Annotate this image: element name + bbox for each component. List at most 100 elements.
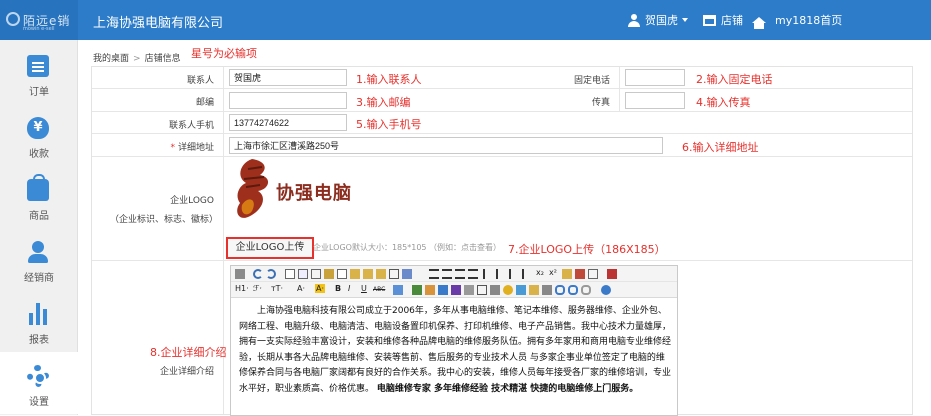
strikethrough-button[interactable]: ABC [373,286,385,293]
file-icon[interactable] [464,285,474,295]
table-icon[interactable] [477,285,487,295]
breadcrumb-home[interactable]: 我的桌面 [93,54,129,64]
source-icon[interactable] [235,269,245,279]
app-logo[interactable]: 陌远e销 mowin e-sell [0,0,78,40]
italic-button[interactable]: I [348,284,350,293]
paste-icon[interactable] [350,269,360,279]
fullscreen-icon[interactable] [607,269,617,279]
preview-icon[interactable] [298,269,308,279]
print-icon[interactable] [389,269,399,279]
user-icon [628,13,640,27]
column-divider [619,67,620,88]
media-icon[interactable] [451,285,461,295]
home-label: my1818首页 [775,14,843,27]
store-link[interactable]: 店铺 [703,12,743,28]
align-right-icon[interactable] [455,269,465,279]
code-icon[interactable] [516,285,526,295]
heading-dropdown[interactable]: H1· [235,284,249,293]
sidebar-item-dealers[interactable]: 经销商 [0,228,78,290]
indent-icon[interactable] [509,269,519,279]
editor-toolbar-row-2: H1· ℱ· тT· A· A· B I U ABC [231,282,677,298]
new-page-icon[interactable] [285,269,295,279]
logo-label: 企业LOGO [170,196,214,206]
unlink-icon[interactable] [581,285,591,295]
zip-input[interactable] [229,92,347,109]
mobile-input[interactable] [229,114,347,131]
spellcheck-icon[interactable] [402,269,412,279]
home-link[interactable]: my1818首页 [752,12,843,29]
link-icon[interactable] [568,285,578,295]
company-name: 上海协强电脑有限公司 [93,16,224,31]
required-note: 星号为必输项 [191,47,257,60]
image-icon[interactable] [412,285,422,295]
breadcrumb-separator: > [133,54,141,64]
font-size-dropdown[interactable]: тT· [271,284,283,293]
fax-input[interactable] [625,92,685,109]
flash-icon[interactable] [438,285,448,295]
horizontal-rule-icon[interactable] [490,285,500,295]
intro-label: 企业详细介绍 [159,367,214,377]
form-row-mobile: 联系人手机 5.输入手机号 [92,112,912,134]
store-label: 店铺 [721,14,743,27]
sidebar-item-settings[interactable]: 设置 [0,352,78,414]
special-char-icon[interactable] [529,285,539,295]
help-icon[interactable] [601,285,611,295]
paste-word-icon[interactable] [376,269,386,279]
template-icon[interactable] [311,269,321,279]
subscript-icon[interactable]: x₂ [536,268,544,277]
format-painter-icon[interactable] [562,269,572,279]
underline-button[interactable]: U [361,284,367,293]
undo-icon[interactable] [253,269,263,279]
align-justify-icon[interactable] [468,269,478,279]
sidebar-item-orders[interactable]: 订单 [0,42,78,104]
copy-icon[interactable] [337,269,347,279]
paste-text-icon[interactable] [363,269,373,279]
sidebar-item-goods[interactable]: 商品 [0,166,78,228]
cut-icon[interactable] [324,269,334,279]
sidebar-item-reports[interactable]: 报表 [0,290,78,352]
annotation-contact: 1.输入联系人 [356,73,422,86]
emoticon-icon[interactable] [503,285,513,295]
sidebar-item-label: 收款 [29,149,49,160]
user-menu[interactable]: 贺国虎 [628,12,688,28]
font-color-dropdown[interactable]: A· [297,284,305,293]
address-input[interactable] [229,137,663,154]
line-height-icon[interactable] [393,285,403,295]
select-all-icon[interactable] [588,269,598,279]
anchor-icon[interactable] [555,285,565,295]
phone-input[interactable] [625,69,685,86]
editor-content[interactable]: 上海协强电脑科技有限公司成立于2006年，多年从事电脑维修、笔记本维修、服务器维… [239,304,671,397]
highlight-color-dropdown[interactable]: A· [315,284,326,293]
fax-label: 传真 [591,98,610,108]
numbered-list-icon[interactable] [483,269,493,279]
align-center-icon[interactable] [442,269,452,279]
intro-paragraph: 上海协强电脑科技有限公司成立于2006年，多年从事电脑维修、笔记本维修、服务器维… [239,306,672,394]
required-asterisk: * [170,143,175,153]
shopping-bag-icon [27,174,49,201]
money-bag-icon: ¥ [27,117,49,139]
bold-button[interactable]: B [335,284,341,293]
rich-text-editor[interactable]: x₂ x² H1· ℱ· тT· A· A· B I U ABC 上海协强电脑科… [230,265,678,416]
align-left-icon[interactable] [429,269,439,279]
bar-chart-icon [27,303,49,325]
remove-format-icon[interactable] [575,269,585,279]
multi-image-icon[interactable] [425,285,435,295]
address-label-wrap: * 详细地址 [92,140,222,153]
zip-label: 邮编 [195,98,214,108]
outdent-icon[interactable] [522,269,532,279]
form-row-contact: 联系人 1.输入联系人 固定电话 2.输入固定电话 [92,67,912,89]
column-divider [619,89,620,111]
redo-icon[interactable] [266,269,276,279]
sidebar-item-label: 设置 [29,397,49,408]
brush-logo-icon [237,159,269,218]
intro-bold-text: 电脑维修专家 多年维修经验 技术精湛 快捷的电脑维修上门服务。 [376,383,639,394]
sidebar-item-payments[interactable]: ¥ 收款 [0,104,78,166]
logo-upload-button[interactable]: 企业LOGO上传 [226,237,314,259]
bulleted-list-icon[interactable] [496,269,506,279]
superscript-icon[interactable]: x² [549,268,557,277]
page-break-icon[interactable] [542,285,552,295]
sidebar: 订单 ¥ 收款 商品 经销商 报表 设置 [0,40,78,415]
breadcrumb-current: 店铺信息 [144,54,181,64]
contact-input[interactable] [229,69,347,86]
font-family-dropdown[interactable]: ℱ· [253,284,262,293]
